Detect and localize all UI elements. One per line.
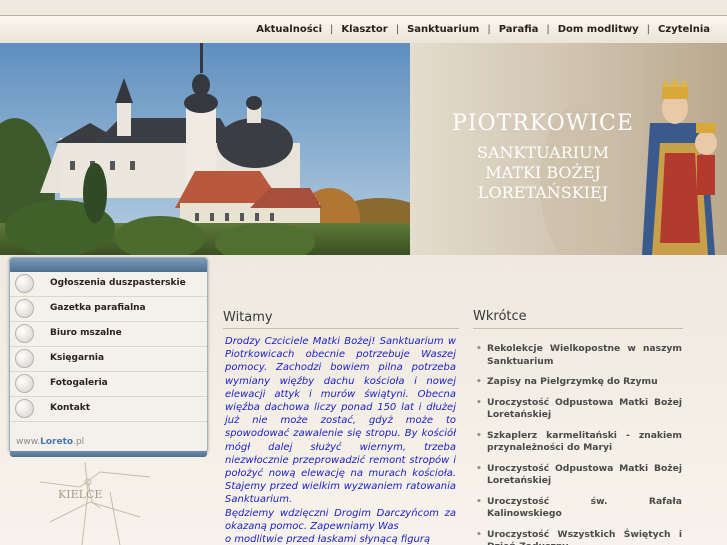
bullet-icon: • [476, 429, 482, 441]
sidebar-item-ogloszenia[interactable]: Ogłoszenia duszpasterskie [10, 272, 207, 297]
bullet-icon: • [476, 495, 482, 507]
bullet-icon [15, 274, 34, 293]
footer-prefix: www. [16, 437, 41, 447]
divider [473, 328, 683, 329]
bullet-icon [15, 374, 34, 393]
site-subtitle-line-3: LORETAŃSKIEJ [477, 183, 609, 202]
nav-dom-modlitwy[interactable]: Dom modlitwy [558, 24, 639, 35]
upcoming-events-list: • Rekolekcje Wielkopostne w naszym Sanktu… [476, 343, 682, 545]
welcome-paragraph: Będziemy wdzięczni Drogim Darczyńcom za … [225, 507, 456, 532]
bullet-icon: • [476, 376, 482, 387]
sidebar-item-kontakt[interactable]: Kontakt [10, 397, 207, 422]
nav-klasztor[interactable]: Klasztor [341, 24, 387, 35]
nav-sanktuarium[interactable]: Sanktuarium [407, 24, 479, 35]
bullet-icon: • [476, 462, 482, 474]
sidebar-footer-bar [10, 451, 207, 457]
upcoming-event-link[interactable]: •Uroczystość Wszystkich Świętych i Dzień… [476, 529, 682, 545]
header-banner: PIOTRKOWICE SANKTUARIUM MATKI BOŻEJ LORE… [0, 43, 727, 255]
site-subtitle-line-2: MATKI BOŻEJ [485, 163, 601, 182]
nav-aktualnosci[interactable]: Aktualności [256, 24, 322, 35]
bullet-icon: • [476, 528, 482, 540]
site-title: PIOTRKOWICE [452, 111, 634, 136]
top-navigation-bar: Aktualności | Klasztor | Sanktuarium | P… [0, 15, 727, 44]
upcoming-event-link[interactable]: • Uroczystość św. Rafała Kalinowskiego [476, 496, 682, 521]
upcoming-event-link[interactable]: • Uroczystość Odpustowa Matki Bożej Loret… [476, 397, 682, 422]
sidebar-item-label: Kontakt [50, 403, 91, 413]
map-decoration: KIELCE [40, 462, 151, 545]
bullet-icon: • [476, 396, 482, 408]
main-menu: Aktualności | Klasztor | Sanktuarium | P… [256, 24, 710, 35]
welcome-heading: Witamy [223, 310, 273, 325]
site-subtitle-line-1: SANKTUARIUM [477, 143, 609, 162]
map-label-kielce: KIELCE [58, 488, 102, 501]
divider [223, 328, 459, 329]
footer-brand: Loreto [40, 437, 74, 447]
page: Aktualności | Klasztor | Sanktuarium | P… [0, 0, 727, 545]
bullet-icon [15, 299, 34, 318]
sidebar-item-fotogaleria[interactable]: Fotogaleria [10, 372, 207, 397]
upcoming-heading: Wkrótce [473, 309, 527, 324]
welcome-paragraph: o modlitwie przed łaskami słynącą figurą [225, 534, 431, 545]
upcoming-event-link[interactable]: • Rekolekcje Wielkopostne w naszym Sanktu… [476, 343, 682, 368]
sidebar-item-biuro-mszalne[interactable]: Biuro mszalne [10, 322, 207, 347]
sidebar-header-bar [10, 258, 207, 272]
welcome-paragraph: Drodzy Czciciele Matki Bożej! Sanktuariu… [225, 336, 456, 506]
sidebar-item-label: Ogłoszenia duszpasterskie [50, 278, 186, 288]
welcome-text: Drodzy Czciciele Matki Bożej! Sanktuariu… [225, 335, 456, 545]
nav-parafia[interactable]: Parafia [499, 24, 539, 35]
bullet-icon [15, 349, 34, 368]
sidebar-item-gazetka[interactable]: Gazetka parafialna [10, 297, 207, 322]
sidebar-item-label: Księgarnia [50, 353, 105, 363]
sidebar-item-label: Biuro mszalne [50, 328, 122, 338]
upcoming-event-link[interactable]: • Szkaplerz karmelitański - znakiem przyn… [476, 430, 682, 455]
bullet-icon: • [476, 343, 482, 354]
upcoming-event-link[interactable]: • Zapisy na Pielgrzymkę do Rzymu [476, 376, 682, 389]
footer-suffix: .pl [73, 437, 85, 447]
sidebar-item-label: Gazetka parafialna [50, 303, 146, 313]
bullet-icon [15, 399, 34, 418]
bullet-icon [15, 324, 34, 343]
nav-czytelnia[interactable]: Czytelnia [658, 24, 710, 35]
sidebar-item-ksiegarnia[interactable]: Księgarnia [10, 347, 207, 372]
loreto-link[interactable]: www.Loreto.pl [16, 437, 84, 447]
sidebar-item-label: Fotogaleria [50, 378, 108, 388]
upcoming-event-link[interactable]: • Uroczystość Odpustowa Matki Bożej Loret… [476, 463, 682, 488]
sidebar-menu: Ogłoszenia duszpasterskie Gazetka parafi… [9, 257, 208, 457]
